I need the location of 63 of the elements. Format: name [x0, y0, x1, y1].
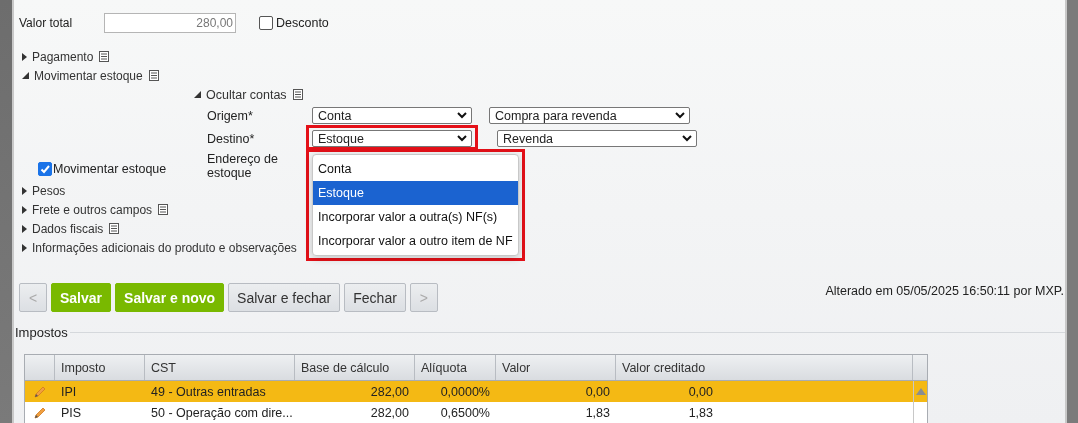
table-cell-text: IPI — [60, 383, 78, 401]
dropdown-option[interactable]: Estoque — [313, 181, 518, 205]
table-cell-text: 0,00 — [687, 383, 714, 401]
dropdown-option[interactable]: Conta — [313, 157, 518, 181]
table-cell-text: PIS — [60, 404, 83, 422]
note-icon[interactable] — [109, 223, 120, 234]
table-cell-text: 1,83 — [584, 404, 611, 422]
table-cell-text: 49 - Outras entradas — [150, 383, 267, 401]
dropdown-option[interactable]: Incorporar valor a outro item de NF — [313, 229, 518, 253]
table-cell-text: 282,00 — [369, 404, 410, 422]
collapse-arrow-icon[interactable] — [22, 72, 29, 79]
checkbox-label: Desconto — [276, 15, 329, 30]
select-field[interactable]: Conta — [312, 107, 472, 124]
table-cell-text: 282,00 — [369, 383, 410, 401]
section-header[interactable]: Frete e outros campos — [32, 202, 153, 217]
table-cell-text: 50 - Operação com dire... — [150, 404, 294, 422]
dropdown-option[interactable]: Incorporar valor a outra(s) NF(s) — [313, 205, 518, 229]
section-header[interactable]: Pesos — [32, 183, 66, 198]
collapse-arrow-icon[interactable] — [194, 91, 201, 98]
input-field[interactable]: 280,00 — [104, 12, 236, 33]
column-header[interactable]: Valor creditado — [616, 355, 913, 380]
status-text: Alterado em 05/05/2025 16:50:11 por MXP. — [825, 284, 1065, 298]
column-header[interactable]: Alíquota — [415, 355, 496, 380]
expand-arrow-icon[interactable] — [22, 224, 27, 233]
note-icon[interactable] — [99, 51, 110, 62]
column-header[interactable]: CST — [145, 355, 295, 380]
checkbox[interactable] — [259, 15, 273, 30]
select-field[interactable]: Compra para revenda — [489, 107, 690, 124]
table-cell-text: 0,00 — [584, 383, 611, 401]
note-icon[interactable] — [292, 89, 303, 100]
table-cell-text: 1,83 — [687, 404, 714, 422]
pencil-icon[interactable] — [33, 405, 47, 420]
note-icon[interactable] — [148, 70, 159, 81]
section-title: Impostos — [15, 324, 68, 340]
select-field[interactable]: Estoque — [312, 130, 472, 147]
select-field[interactable]: Revenda — [497, 130, 697, 147]
section-header[interactable]: Pagamento — [32, 49, 94, 64]
field-label: Valor total — [19, 15, 74, 30]
note-icon[interactable] — [158, 204, 169, 215]
checkbox-label: Movimentar estoque — [53, 162, 167, 176]
chevron-down-icon[interactable] — [682, 135, 692, 142]
column-header[interactable]: Imposto — [55, 355, 145, 380]
section-header[interactable]: Dados fiscais — [32, 221, 104, 236]
field-label: Endereço de estoque — [206, 152, 279, 180]
section-header[interactable]: Ocultar contas — [206, 87, 287, 102]
table-cell-text: 0,6500% — [439, 404, 491, 422]
expand-arrow-icon[interactable] — [22, 243, 27, 252]
expand-arrow-icon[interactable] — [22, 52, 27, 61]
column-header[interactable]: Base de cálculo — [295, 355, 415, 380]
chevron-down-icon[interactable] — [457, 135, 467, 142]
action-button[interactable]: Fechar — [344, 283, 406, 312]
section-header[interactable]: Movimentar estoque — [34, 68, 143, 83]
action-button[interactable]: Salvar e fechar — [228, 283, 341, 312]
chevron-down-icon[interactable] — [457, 112, 467, 119]
expand-arrow-icon[interactable] — [22, 205, 27, 214]
table-cell-text: 0,0000% — [439, 383, 491, 401]
section-header[interactable]: Informações adicionais do produto e observações — [32, 240, 297, 255]
field-label: Destino* — [206, 131, 256, 146]
column-header[interactable]: Valor — [496, 355, 616, 380]
checkbox[interactable] — [38, 162, 52, 176]
expand-arrow-icon[interactable] — [22, 186, 27, 195]
field-label: Origem* — [206, 108, 254, 123]
chevron-down-icon[interactable] — [675, 112, 685, 119]
